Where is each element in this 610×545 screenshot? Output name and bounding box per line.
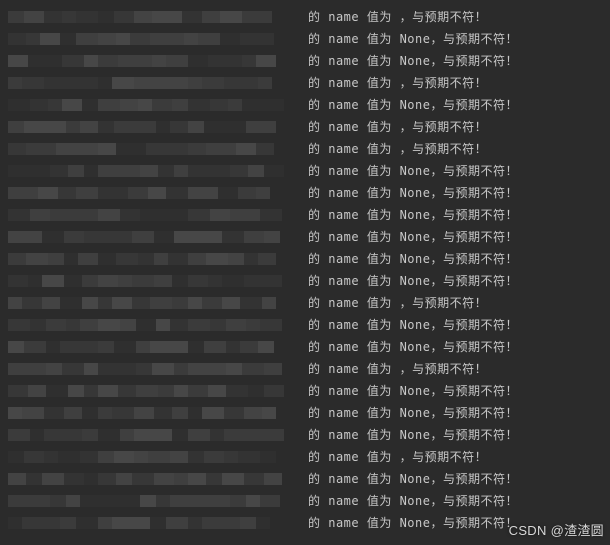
redacted-prefix xyxy=(8,292,308,314)
log-message: 的 name 值为 None，与预期不符！ xyxy=(308,402,518,424)
log-message: 的 name 值为 ，与预期不符！ xyxy=(308,116,487,138)
log-message: 的 name 值为 ，与预期不符！ xyxy=(308,138,487,160)
redacted-prefix xyxy=(8,160,308,182)
redacted-prefix xyxy=(8,402,308,424)
redacted-prefix xyxy=(8,72,308,94)
log-line: 的 name 值为 ，与预期不符！ xyxy=(0,6,610,28)
redacted-prefix xyxy=(8,94,308,116)
redacted-prefix xyxy=(8,28,308,50)
log-line: 的 name 值为 None，与预期不符！ xyxy=(0,28,610,50)
log-line: 的 name 值为 None，与预期不符！ xyxy=(0,182,610,204)
redacted-prefix xyxy=(8,50,308,72)
redacted-prefix xyxy=(8,358,308,380)
log-message: 的 name 值为 None，与预期不符！ xyxy=(308,28,518,50)
redacted-prefix xyxy=(8,204,308,226)
log-message: 的 name 值为 None，与预期不符！ xyxy=(308,490,518,512)
log-line: 的 name 值为 None，与预期不符！ xyxy=(0,248,610,270)
log-message: 的 name 值为 None，与预期不符！ xyxy=(308,380,518,402)
log-message: 的 name 值为 None，与预期不符！ xyxy=(308,336,518,358)
log-message: 的 name 值为 ，与预期不符！ xyxy=(308,358,487,380)
log-line: 的 name 值为 None，与预期不符！ xyxy=(0,402,610,424)
log-line: 的 name 值为 None，与预期不符！ xyxy=(0,270,610,292)
log-message: 的 name 值为 None，与预期不符！ xyxy=(308,50,518,72)
log-line: 的 name 值为 None，与预期不符！ xyxy=(0,490,610,512)
log-message: 的 name 值为 None，与预期不符！ xyxy=(308,204,518,226)
redacted-prefix xyxy=(8,138,308,160)
log-message: 的 name 值为 None，与预期不符！ xyxy=(308,248,518,270)
log-line: 的 name 值为 None，与预期不符！ xyxy=(0,226,610,248)
log-line: 的 name 值为 None，与预期不符！ xyxy=(0,336,610,358)
watermark-text: CSDN @渣渣圆 xyxy=(509,520,604,539)
redacted-prefix xyxy=(8,226,308,248)
log-message: 的 name 值为 None，与预期不符！ xyxy=(308,182,518,204)
redacted-prefix xyxy=(8,336,308,358)
log-line: 的 name 值为 None，与预期不符！ xyxy=(0,424,610,446)
redacted-prefix xyxy=(8,116,308,138)
redacted-prefix xyxy=(8,270,308,292)
redacted-prefix xyxy=(8,380,308,402)
redacted-prefix xyxy=(8,248,308,270)
log-message: 的 name 值为 None，与预期不符！ xyxy=(308,94,518,116)
log-line: 的 name 值为 ，与预期不符！ xyxy=(0,72,610,94)
log-line: 的 name 值为 None，与预期不符！ xyxy=(0,50,610,72)
log-message: 的 name 值为 None，与预期不符！ xyxy=(308,270,518,292)
log-message: 的 name 值为 None，与预期不符！ xyxy=(308,226,518,248)
log-message: 的 name 值为 None，与预期不符！ xyxy=(308,512,518,534)
redacted-prefix xyxy=(8,6,308,28)
log-line: 的 name 值为 None，与预期不符！ xyxy=(0,380,610,402)
redacted-prefix xyxy=(8,446,308,468)
log-message: 的 name 值为 None，与预期不符！ xyxy=(308,468,518,490)
log-message: 的 name 值为 None，与预期不符！ xyxy=(308,424,518,446)
redacted-prefix xyxy=(8,314,308,336)
redacted-prefix xyxy=(8,490,308,512)
log-line: 的 name 值为 None，与预期不符！ xyxy=(0,160,610,182)
log-line: 的 name 值为 ，与预期不符！ xyxy=(0,116,610,138)
log-line: 的 name 值为 ，与预期不符！ xyxy=(0,138,610,160)
redacted-prefix xyxy=(8,512,308,534)
log-message: 的 name 值为 None，与预期不符！ xyxy=(308,160,518,182)
log-line: 的 name 值为 None，与预期不符！ xyxy=(0,204,610,226)
console-output: 的 name 值为 ，与预期不符！的 name 值为 None，与预期不符！的 … xyxy=(0,0,610,540)
log-message: 的 name 值为 ，与预期不符！ xyxy=(308,6,487,28)
log-line: 的 name 值为 ，与预期不符！ xyxy=(0,358,610,380)
log-message: 的 name 值为 ，与预期不符！ xyxy=(308,292,487,314)
redacted-prefix xyxy=(8,182,308,204)
log-line: 的 name 值为 ，与预期不符！ xyxy=(0,446,610,468)
log-message: 的 name 值为 ，与预期不符！ xyxy=(308,72,487,94)
log-line: 的 name 值为 ，与预期不符！ xyxy=(0,292,610,314)
log-line: 的 name 值为 None，与预期不符！ xyxy=(0,94,610,116)
log-line: 的 name 值为 None，与预期不符！ xyxy=(0,314,610,336)
log-message: 的 name 值为 ，与预期不符！ xyxy=(308,446,487,468)
redacted-prefix xyxy=(8,468,308,490)
log-line: 的 name 值为 None，与预期不符！ xyxy=(0,468,610,490)
log-message: 的 name 值为 None，与预期不符！ xyxy=(308,314,518,336)
redacted-prefix xyxy=(8,424,308,446)
